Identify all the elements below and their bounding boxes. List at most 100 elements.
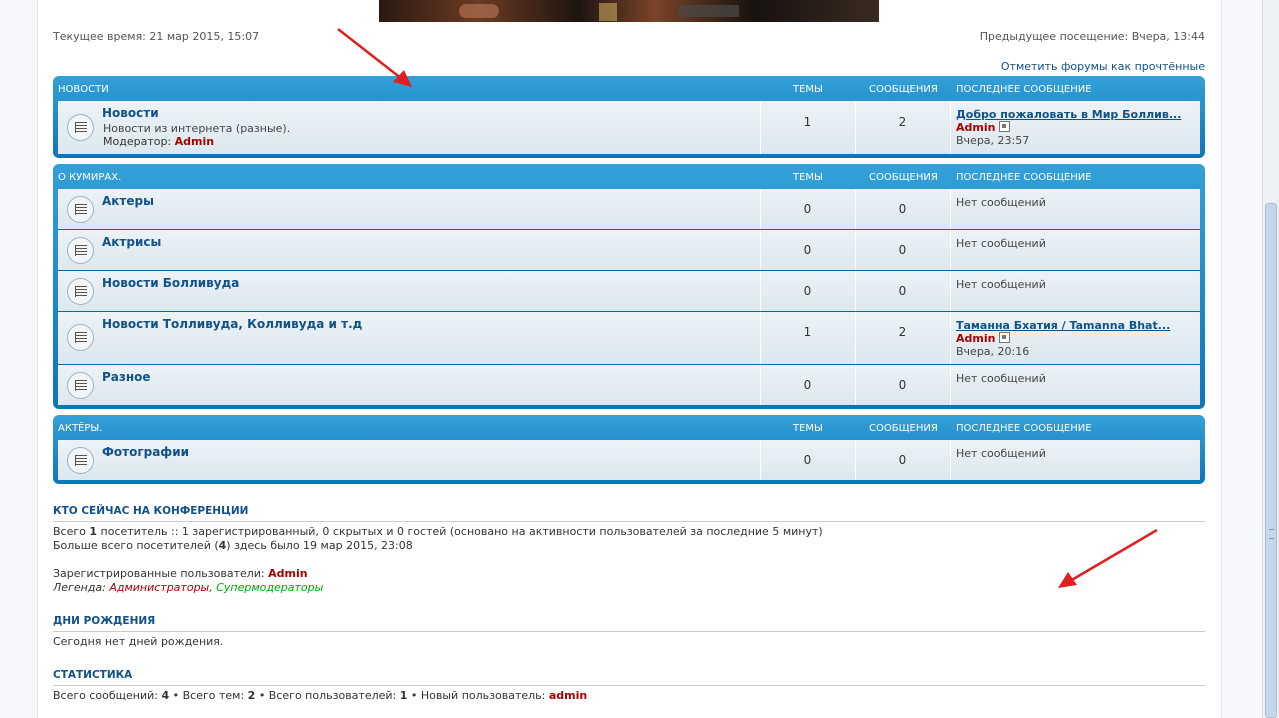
category-header: НОВОСТИ ТЕМЫ СООБЩЕНИЯ ПОСЛЕДНЕЕ СООБЩЕН… [58, 76, 1200, 101]
online-total-count: 1 [89, 525, 98, 538]
category-header: АКТЁРЫ. ТЕМЫ СООБЩЕНИЯ ПОСЛЕДНЕЕ СООБЩЕН… [58, 415, 1200, 440]
posts-count: 0 [898, 453, 907, 467]
col-posts: СООБЩЕНИЯ [869, 172, 938, 183]
no-posts-text: Нет сообщений [956, 196, 1046, 209]
forum-moderator: Модератор: Admin [103, 135, 214, 148]
forum-row: Разное 0 0 Нет сообщений [58, 365, 1200, 405]
current-time: Текущее время: 21 мар 2015, 15:07 [53, 30, 260, 43]
no-posts-text: Нет сообщений [956, 447, 1046, 460]
online-total-prefix: Всего [53, 525, 90, 538]
topics-count: 0 [803, 202, 812, 216]
last-post: Нет сообщений [956, 237, 1192, 250]
forum-title-link[interactable]: Новости Толливуда, Колливуда и т.д [102, 317, 362, 331]
online-record-prefix: Больше всего посетителей ( [53, 539, 219, 552]
category-idols: О КУМИРАХ. ТЕМЫ СООБЩЕНИЯ ПОСЛЕДНЕЕ СООБ… [53, 164, 1205, 409]
birthdays-text: Сегодня нет дней рождения. [53, 635, 224, 648]
online-record-suffix: ) здесь было 19 мар 2015, 23:08 [226, 539, 413, 552]
last-post-author-link[interactable]: Admin [956, 332, 995, 345]
stats-topics-label: • Всего тем: [169, 689, 248, 702]
last-post-time: Вчера, 20:16 [956, 345, 1030, 358]
legend: Легенда: Администраторы, Супермодераторы [53, 581, 323, 594]
category-news: НОВОСТИ ТЕМЫ СООБЩЕНИЯ ПОСЛЕДНЕЕ СООБЩЕН… [53, 76, 1205, 158]
stats-line: Всего сообщений: 4 • Всего тем: 2 • Всег… [53, 689, 587, 702]
posts-count: 2 [898, 325, 907, 339]
forum-read-icon [67, 447, 94, 474]
last-post-title-link[interactable]: Добро пожаловать в Мир Боллив... [956, 108, 1192, 121]
category-actors: АКТЁРЫ. ТЕМЫ СООБЩЕНИЯ ПОСЛЕДНЕЕ СООБЩЕН… [53, 415, 1205, 484]
view-latest-post-icon[interactable] [999, 121, 1011, 132]
site-banner-image[interactable] [379, 0, 879, 22]
online-total: Всего 1 посетитель :: 1 зарегистрированн… [53, 525, 823, 538]
posts-count: 0 [898, 284, 907, 298]
stats-users-label: • Всего пользователей: [255, 689, 400, 702]
last-post: Нет сообщений [956, 372, 1192, 385]
col-last-post: ПОСЛЕДНЕЕ СООБЩЕНИЕ [956, 84, 1092, 95]
annotation-arrow [1058, 528, 1158, 588]
forum-row: Актеры 0 0 Нет сообщений [58, 189, 1200, 230]
mark-forums-read-link[interactable]: Отметить форумы как прочтённые [1001, 60, 1205, 73]
last-post-author-link[interactable]: Admin [956, 121, 995, 134]
stats-newest-label: • Новый пользователь: [407, 689, 549, 702]
online-record: Больше всего посетителей (4) здесь было … [53, 539, 413, 552]
col-topics: ТЕМЫ [793, 84, 823, 95]
forum-read-icon [67, 372, 94, 399]
category-header: О КУМИРАХ. ТЕМЫ СООБЩЕНИЯ ПОСЛЕДНЕЕ СООБ… [58, 164, 1200, 189]
scrollbar-thumb[interactable] [1265, 203, 1277, 718]
last-post-time: Вчера, 23:57 [956, 134, 1030, 147]
forum-title-link[interactable]: Новости [102, 106, 159, 120]
forum-title-link[interactable]: Актеры [102, 194, 154, 208]
online-total-suffix: посетитель :: 1 зарегистрированный, 0 ск… [97, 525, 823, 538]
forum-title-link[interactable]: Актрисы [102, 235, 161, 249]
moderator-link[interactable]: Admin [175, 135, 214, 148]
posts-count: 0 [898, 202, 907, 216]
registered-users: Зарегистрированные пользователи: Admin [53, 567, 308, 580]
topics-count: 0 [803, 284, 812, 298]
col-last-post: ПОСЛЕДНЕЕ СООБЩЕНИЕ [956, 172, 1092, 183]
forum-description: Новости из интернета (разные). [103, 122, 291, 135]
col-posts: СООБЩЕНИЯ [869, 423, 938, 434]
no-posts-text: Нет сообщений [956, 278, 1046, 291]
category-title[interactable]: О КУМИРАХ. [58, 172, 121, 183]
col-posts: СООБЩЕНИЯ [869, 84, 938, 95]
forum-read-icon [67, 278, 94, 305]
category-title[interactable]: АКТЁРЫ. [58, 423, 102, 434]
registered-label: Зарегистрированные пользователи: [53, 567, 269, 580]
col-topics: ТЕМЫ [793, 423, 823, 434]
legend-admins-link[interactable]: Администраторы [109, 581, 209, 594]
forum-read-icon [67, 237, 94, 264]
birthdays-heading: ДНИ РОЖДЕНИЯ [53, 615, 1205, 632]
col-last-post: ПОСЛЕДНЕЕ СООБЩЕНИЕ [956, 423, 1092, 434]
forum-title-link[interactable]: Новости Болливуда [102, 276, 239, 290]
annotation-arrow [337, 28, 412, 87]
last-post: Нет сообщений [956, 447, 1192, 460]
forum-row: Актрисы 0 0 Нет сообщений [58, 230, 1200, 271]
last-post: Добро пожаловать в Мир Боллив... Admin В… [956, 108, 1192, 147]
registered-user-link[interactable]: Admin [268, 567, 307, 580]
vertical-scrollbar[interactable] [1262, 0, 1279, 718]
last-post-title-link[interactable]: Таманна Бхатия / Tamanna Bhat... [956, 319, 1192, 332]
posts-count: 0 [898, 243, 907, 257]
forum-title-link[interactable]: Фотографии [102, 445, 189, 459]
forum-row: Новости Новости из интернета (разные). М… [58, 101, 1200, 154]
online-heading[interactable]: КТО СЕЙЧАС НА КОНФЕРЕНЦИИ [53, 505, 1205, 522]
topics-count: 0 [803, 453, 812, 467]
last-post: Нет сообщений [956, 196, 1192, 209]
moderator-label: Модератор: [103, 135, 172, 148]
posts-count: 2 [898, 115, 907, 129]
posts-count: 0 [898, 378, 907, 392]
no-posts-text: Нет сообщений [956, 372, 1046, 385]
last-post: Нет сообщений [956, 278, 1192, 291]
col-topics: ТЕМЫ [793, 172, 823, 183]
newest-user-link[interactable]: admin [549, 689, 587, 702]
view-latest-post-icon[interactable] [999, 332, 1011, 343]
stats-posts-label: Всего сообщений: [53, 689, 162, 702]
topics-count: 0 [803, 378, 812, 392]
stats-posts: 4 [161, 689, 170, 702]
topics-count: 1 [803, 325, 812, 339]
last-post: Таманна Бхатия / Tamanna Bhat... Admin В… [956, 319, 1192, 358]
forum-read-icon [67, 114, 94, 141]
forum-title-link[interactable]: Разное [102, 370, 151, 384]
stats-heading: СТАТИСТИКА [53, 669, 1205, 686]
category-title[interactable]: НОВОСТИ [58, 84, 109, 95]
legend-mods-link[interactable]: Супермодераторы [216, 581, 323, 594]
